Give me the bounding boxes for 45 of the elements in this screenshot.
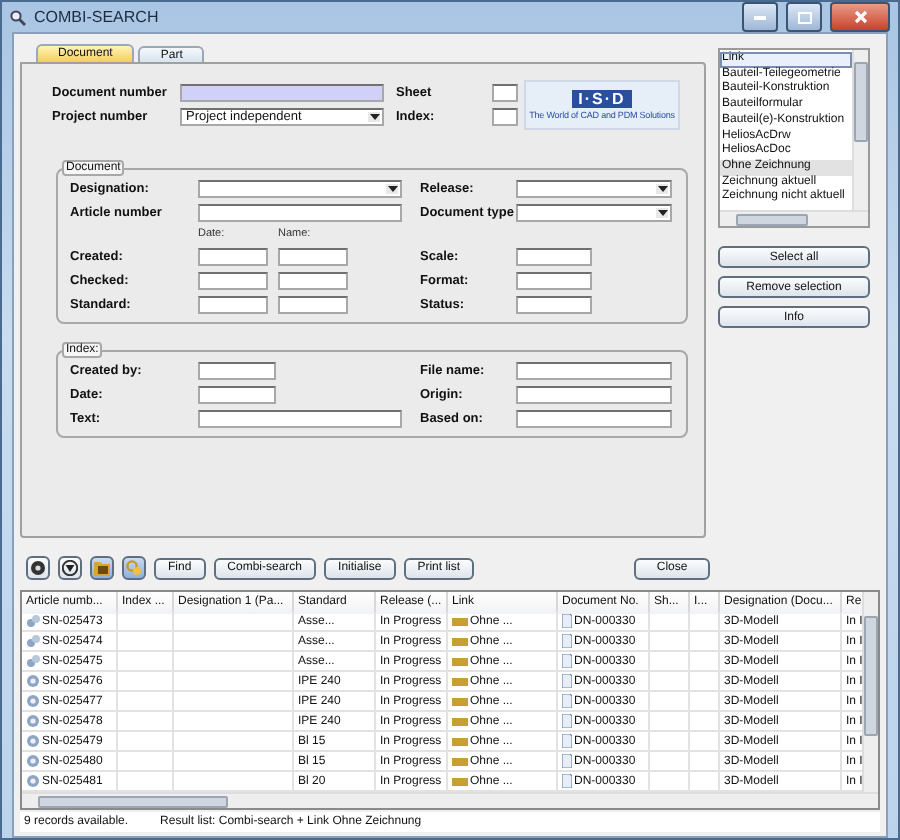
scrollbar[interactable] [22,792,878,808]
dropdown[interactable] [516,179,672,197]
name-field[interactable] [278,271,348,289]
maximize-button[interactable] [786,2,822,32]
input-field[interactable] [516,409,672,427]
dropdown[interactable] [198,179,402,197]
input-field[interactable] [198,409,402,427]
scrollbar[interactable] [852,50,868,210]
date-field[interactable] [198,247,268,265]
input-field[interactable] [516,271,592,289]
input-field[interactable] [198,385,276,403]
folder-icon [94,560,110,576]
input-field[interactable] [516,361,672,379]
name-field[interactable] [278,247,348,265]
scrollbar[interactable] [720,210,868,226]
caret-icon [368,111,380,121]
input-field[interactable] [516,295,592,313]
minimize-icon [754,15,766,19]
input-field[interactable] [198,203,402,221]
toolbar-button[interactable] [26,556,50,580]
name-field[interactable] [278,295,348,313]
input-field[interactable] [492,107,518,125]
input-field[interactable] [516,385,672,403]
triangle-down-icon [62,560,78,576]
input-field[interactable] [198,361,276,379]
dropdown[interactable] [516,203,672,221]
date-field[interactable] [198,271,268,289]
toolbar-button[interactable] [58,556,82,580]
close-icon [853,10,867,24]
toolbar-button[interactable] [90,556,114,580]
link-icon [126,560,142,576]
input-field[interactable] [492,83,518,101]
close-button[interactable] [830,2,890,32]
maximize-icon [797,11,811,23]
search-icon [10,9,26,25]
disc-icon [30,560,46,576]
date-field[interactable] [198,295,268,313]
caret-icon [656,207,668,217]
input-field[interactable] [516,247,592,265]
minimize-button[interactable] [742,2,778,32]
caret-icon [656,183,668,193]
scrollbar[interactable] [862,592,878,792]
caret-icon [386,183,398,193]
input-field[interactable] [180,83,384,101]
window-title: COMBI-SEARCH [34,8,161,26]
